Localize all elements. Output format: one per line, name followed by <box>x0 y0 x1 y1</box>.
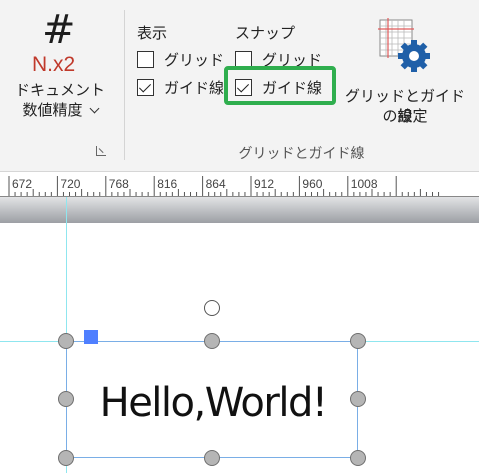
hash-icon: # <box>42 7 76 53</box>
horizontal-ruler: 672 720 768 816 864 912 960 1008 <box>0 172 479 197</box>
anchor-marker[interactable] <box>84 330 98 344</box>
dialog-launcher-icon[interactable] <box>96 146 106 156</box>
rotation-handle[interactable] <box>204 300 220 316</box>
document-grid-label-line1: ドキュメント <box>14 81 105 99</box>
resize-handle-bottom-left[interactable] <box>58 450 74 466</box>
snap-section-title: スナップ <box>235 24 296 42</box>
settings-label-line2: の設定 <box>382 107 428 125</box>
resize-handle-left[interactable] <box>58 391 74 407</box>
show-section-title: 表示 <box>137 24 168 42</box>
show-guides-checkbox[interactable] <box>137 78 154 96</box>
precision-icon-text: N.x2 <box>32 53 76 76</box>
resize-handle-top[interactable] <box>204 333 220 349</box>
snap-guides-highlight <box>224 66 336 105</box>
document-grid-label-row2: 数値精度 <box>4 100 116 120</box>
document-grid-label-line2: 数値精度 <box>22 101 83 119</box>
ribbon-group-label: グリッドとガイド線 <box>238 146 365 162</box>
resize-handle-bottom-right[interactable] <box>350 450 366 466</box>
resize-handle-top-right[interactable] <box>350 333 366 349</box>
text-box-content[interactable]: Hello,World! <box>67 380 359 426</box>
ruler-label: 768 <box>109 177 129 191</box>
ribbon-panel: # N.x2 ドキュメント 数値精度 表示 グリッド ガイド線 スナップ グリッ… <box>0 0 479 172</box>
chevron-down-icon <box>89 103 99 114</box>
snap-grid-checkbox[interactable] <box>235 50 252 68</box>
show-grid-checkbox-row[interactable]: グリッド <box>137 49 224 69</box>
show-guides-label: ガイド線 <box>164 78 225 97</box>
ruler-label: 816 <box>157 177 177 191</box>
document-grid-precision-button[interactable]: # N.x2 ドキュメント 数値精度 <box>4 6 116 124</box>
ruler-label: 864 <box>206 177 226 191</box>
ruler-shadow-bar <box>0 197 479 223</box>
ruler-ticks: 672 720 768 816 864 912 960 1008 <box>8 176 440 196</box>
resize-handle-right[interactable] <box>350 391 366 407</box>
grid-gear-icon <box>378 18 430 72</box>
show-grid-checkbox[interactable] <box>137 50 154 68</box>
resize-handle-bottom[interactable] <box>204 450 220 466</box>
resize-handle-top-left[interactable] <box>58 333 74 349</box>
text-box[interactable]: Hello,World! <box>66 341 358 458</box>
ribbon-separator <box>124 10 125 160</box>
show-guides-checkbox-row[interactable]: ガイド線 <box>137 77 224 97</box>
grid-guides-settings-button[interactable]: グリッドとガイド線 の設定 <box>338 14 472 126</box>
ruler-label: 960 <box>302 177 322 191</box>
show-grid-label: グリッド <box>164 50 225 69</box>
ruler-label: 672 <box>12 177 32 191</box>
ruler-label: 720 <box>60 177 80 191</box>
ruler-label: 1008 <box>351 177 378 191</box>
ruler-label: 912 <box>254 177 274 191</box>
